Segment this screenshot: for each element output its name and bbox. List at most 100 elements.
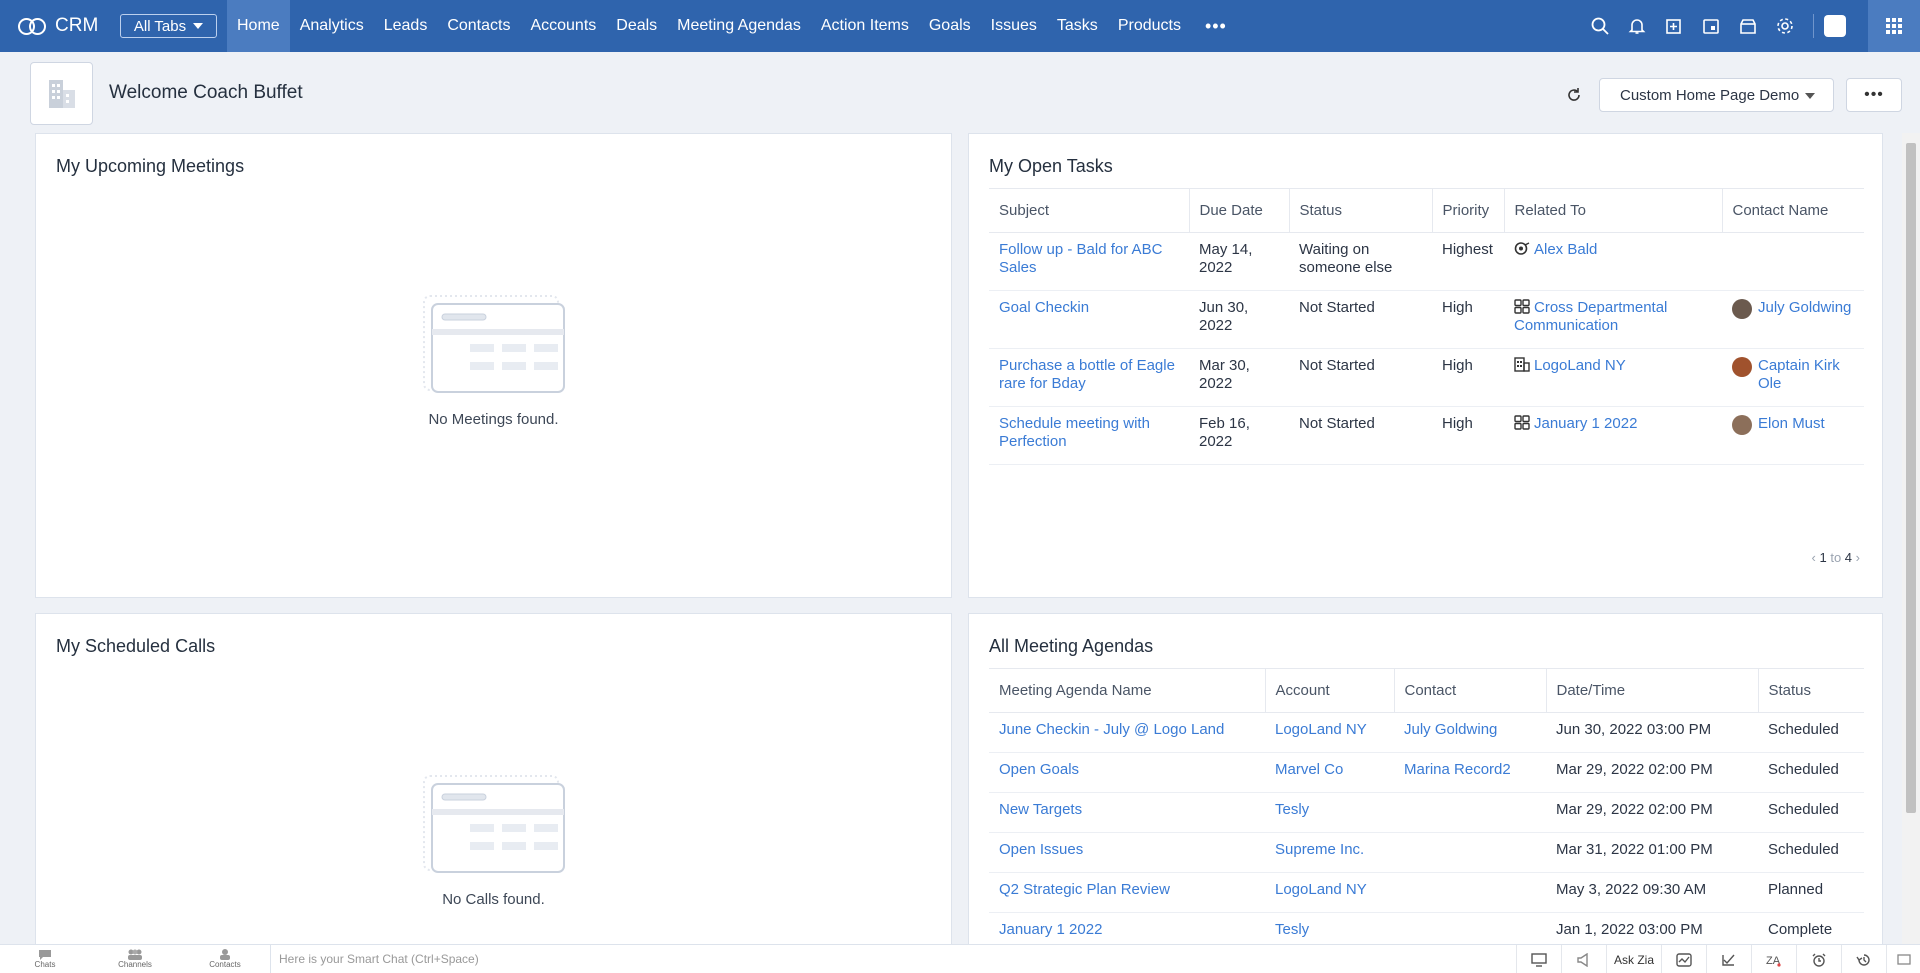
column-header-priority[interactable]: Priority	[1431, 188, 1504, 233]
search-icon[interactable]	[1581, 0, 1618, 52]
tab-leads[interactable]: Leads	[374, 0, 438, 52]
tab-contacts[interactable]: Contacts	[437, 0, 520, 52]
task-row[interactable]: Follow up - Bald for ABC Sales May 14, 20…	[989, 232, 1864, 291]
chats-button[interactable]: Chats	[0, 945, 90, 973]
task-contact-link[interactable]: July Goldwing	[1758, 299, 1854, 317]
more-tabs-button[interactable]: •••	[1191, 0, 1241, 52]
agenda-account-link[interactable]: LogoLand NY	[1275, 881, 1367, 898]
contacts-button[interactable]: Contacts	[180, 945, 270, 973]
checklist-icon[interactable]	[1706, 945, 1751, 973]
column-header-related-to[interactable]: Related To	[1503, 188, 1722, 233]
tab-issues[interactable]: Issues	[981, 0, 1047, 52]
task-priority: High	[1442, 357, 1473, 374]
agenda-contact-link[interactable]: July Goldwing	[1404, 721, 1497, 738]
column-header-contact-name[interactable]: Contact Name	[1721, 188, 1864, 233]
task-row[interactable]: Schedule meeting with Perfection Feb 16, …	[989, 406, 1864, 465]
announcement-icon[interactable]	[1561, 945, 1606, 973]
empty-state: No Calls found.	[36, 774, 951, 908]
add-record-icon[interactable]	[1655, 0, 1692, 52]
tab-accounts[interactable]: Accounts	[520, 0, 606, 52]
crm-logo[interactable]: CRM	[0, 0, 112, 52]
agenda-name-link[interactable]: New Targets	[999, 801, 1082, 818]
tab-action-items[interactable]: Action Items	[811, 0, 919, 52]
page-scrollbar[interactable]	[1902, 133, 1920, 945]
agenda-name-link[interactable]: Q2 Strategic Plan Review	[999, 881, 1170, 898]
screen-share-icon[interactable]	[1516, 945, 1561, 973]
scrollbar-thumb[interactable]	[1906, 143, 1916, 813]
agenda-datetime: Jan 1, 2022 03:00 PM	[1556, 921, 1703, 938]
column-header-due-date[interactable]: Due Date	[1188, 188, 1289, 233]
agenda-row[interactable]: Q2 Strategic Plan Review LogoLand NY May 3…	[989, 872, 1864, 913]
zia-icon[interactable]: ZA	[1751, 945, 1796, 973]
tab-products[interactable]: Products	[1108, 0, 1191, 52]
tab-deals[interactable]: Deals	[606, 0, 667, 52]
refresh-icon[interactable]	[1559, 79, 1589, 111]
task-subject-link[interactable]: Purchase a bottle of Eagle rare for Bday	[999, 357, 1175, 392]
tab-meeting-agendas[interactable]: Meeting Agendas	[667, 0, 811, 52]
task-subject-link[interactable]: Schedule meeting with Perfection	[999, 415, 1150, 450]
activity-icon[interactable]	[1661, 945, 1706, 973]
agenda-account-link[interactable]: Marvel Co	[1275, 761, 1343, 778]
task-row[interactable]: Goal Checkin Jun 30, 2022 Not Started High C…	[989, 290, 1864, 349]
nav-right-tools	[1581, 0, 1920, 52]
ask-zia-button[interactable]: Ask Zia	[1606, 945, 1661, 973]
alarm-clock-icon[interactable]	[1796, 945, 1841, 973]
task-related-link[interactable]: Cross Departmental Communication	[1514, 299, 1667, 334]
column-header-status[interactable]: Status	[1757, 668, 1864, 713]
calendar-icon[interactable]	[1692, 0, 1729, 52]
column-header-agenda-name[interactable]: Meeting Agenda Name	[989, 668, 1265, 713]
tab-analytics[interactable]: Analytics	[290, 0, 374, 52]
feedback-icon[interactable]	[1886, 945, 1920, 973]
task-related-link[interactable]: LogoLand NY	[1534, 357, 1626, 374]
contacts-label: Contacts	[209, 960, 241, 969]
user-avatar[interactable]	[1824, 15, 1846, 37]
history-icon[interactable]	[1841, 945, 1886, 973]
agenda-name-link[interactable]: June Checkin - July @ Logo Land	[999, 721, 1224, 738]
gear-icon[interactable]	[1766, 0, 1803, 52]
agenda-name-link[interactable]: Open Issues	[999, 841, 1083, 858]
empty-table-icon	[422, 295, 565, 393]
agenda-datetime: Mar 31, 2022 01:00 PM	[1556, 841, 1713, 858]
prev-page-icon[interactable]: ‹	[1812, 550, 1816, 565]
bell-icon[interactable]	[1618, 0, 1655, 52]
agenda-row[interactable]: New Targets Tesly Mar 29, 2022 02:00 PM Sch…	[989, 792, 1864, 833]
agenda-row[interactable]: June Checkin - July @ Logo Land LogoLand …	[989, 712, 1864, 753]
task-contact-link[interactable]: Elon Must	[1758, 415, 1854, 433]
task-status: Not Started	[1299, 357, 1375, 374]
column-header-date-time[interactable]: Date/Time	[1545, 668, 1758, 713]
all-tabs-label: All Tabs	[133, 17, 187, 35]
task-related-link[interactable]: January 1 2022	[1534, 415, 1637, 432]
apps-grid-icon[interactable]	[1868, 0, 1920, 52]
account-building-icon	[1514, 357, 1530, 372]
task-contact-link[interactable]: Captain Kirk Ole	[1758, 357, 1854, 393]
brand-name: CRM	[55, 15, 99, 36]
column-header-account[interactable]: Account	[1264, 668, 1394, 713]
task-subject-link[interactable]: Follow up - Bald for ABC Sales	[999, 241, 1162, 276]
agenda-account-link[interactable]: Tesly	[1275, 801, 1309, 818]
task-related-link[interactable]: Alex Bald	[1534, 241, 1597, 258]
agenda-account-link[interactable]: Tesly	[1275, 921, 1309, 938]
column-header-subject[interactable]: Subject	[989, 188, 1189, 233]
task-row[interactable]: Purchase a bottle of Eagle rare for Bday…	[989, 348, 1864, 407]
all-tabs-dropdown[interactable]: All Tabs	[120, 14, 217, 38]
agenda-account-link[interactable]: LogoLand NY	[1275, 721, 1367, 738]
tab-home[interactable]: Home	[227, 0, 290, 52]
agenda-name-link[interactable]: Open Goals	[999, 761, 1079, 778]
agenda-row[interactable]: Open Issues Supreme Inc. Mar 31, 2022 01:0…	[989, 832, 1864, 873]
more-options-button[interactable]: •••	[1846, 78, 1902, 112]
smart-chat-input[interactable]: Here is your Smart Chat (Ctrl+Space)	[270, 944, 1510, 973]
agenda-account-link[interactable]: Supreme Inc.	[1275, 841, 1364, 858]
tab-goals[interactable]: Goals	[919, 0, 981, 52]
task-due-date: Mar 30, 2022	[1199, 357, 1250, 392]
column-header-status[interactable]: Status	[1288, 188, 1432, 233]
agenda-row[interactable]: Open Goals Marvel Co Marina Record2 Mar 29,…	[989, 752, 1864, 793]
next-page-icon[interactable]: ›	[1856, 550, 1860, 565]
channels-button[interactable]: Channels	[90, 945, 180, 973]
agenda-name-link[interactable]: January 1 2022	[999, 921, 1102, 938]
column-header-contact[interactable]: Contact	[1393, 668, 1546, 713]
task-subject-link[interactable]: Goal Checkin	[999, 299, 1089, 316]
tab-tasks[interactable]: Tasks	[1047, 0, 1108, 52]
marketplace-icon[interactable]	[1729, 0, 1766, 52]
home-page-select[interactable]: Custom Home Page Demo	[1599, 78, 1834, 112]
agenda-contact-link[interactable]: Marina Record2	[1404, 761, 1511, 778]
